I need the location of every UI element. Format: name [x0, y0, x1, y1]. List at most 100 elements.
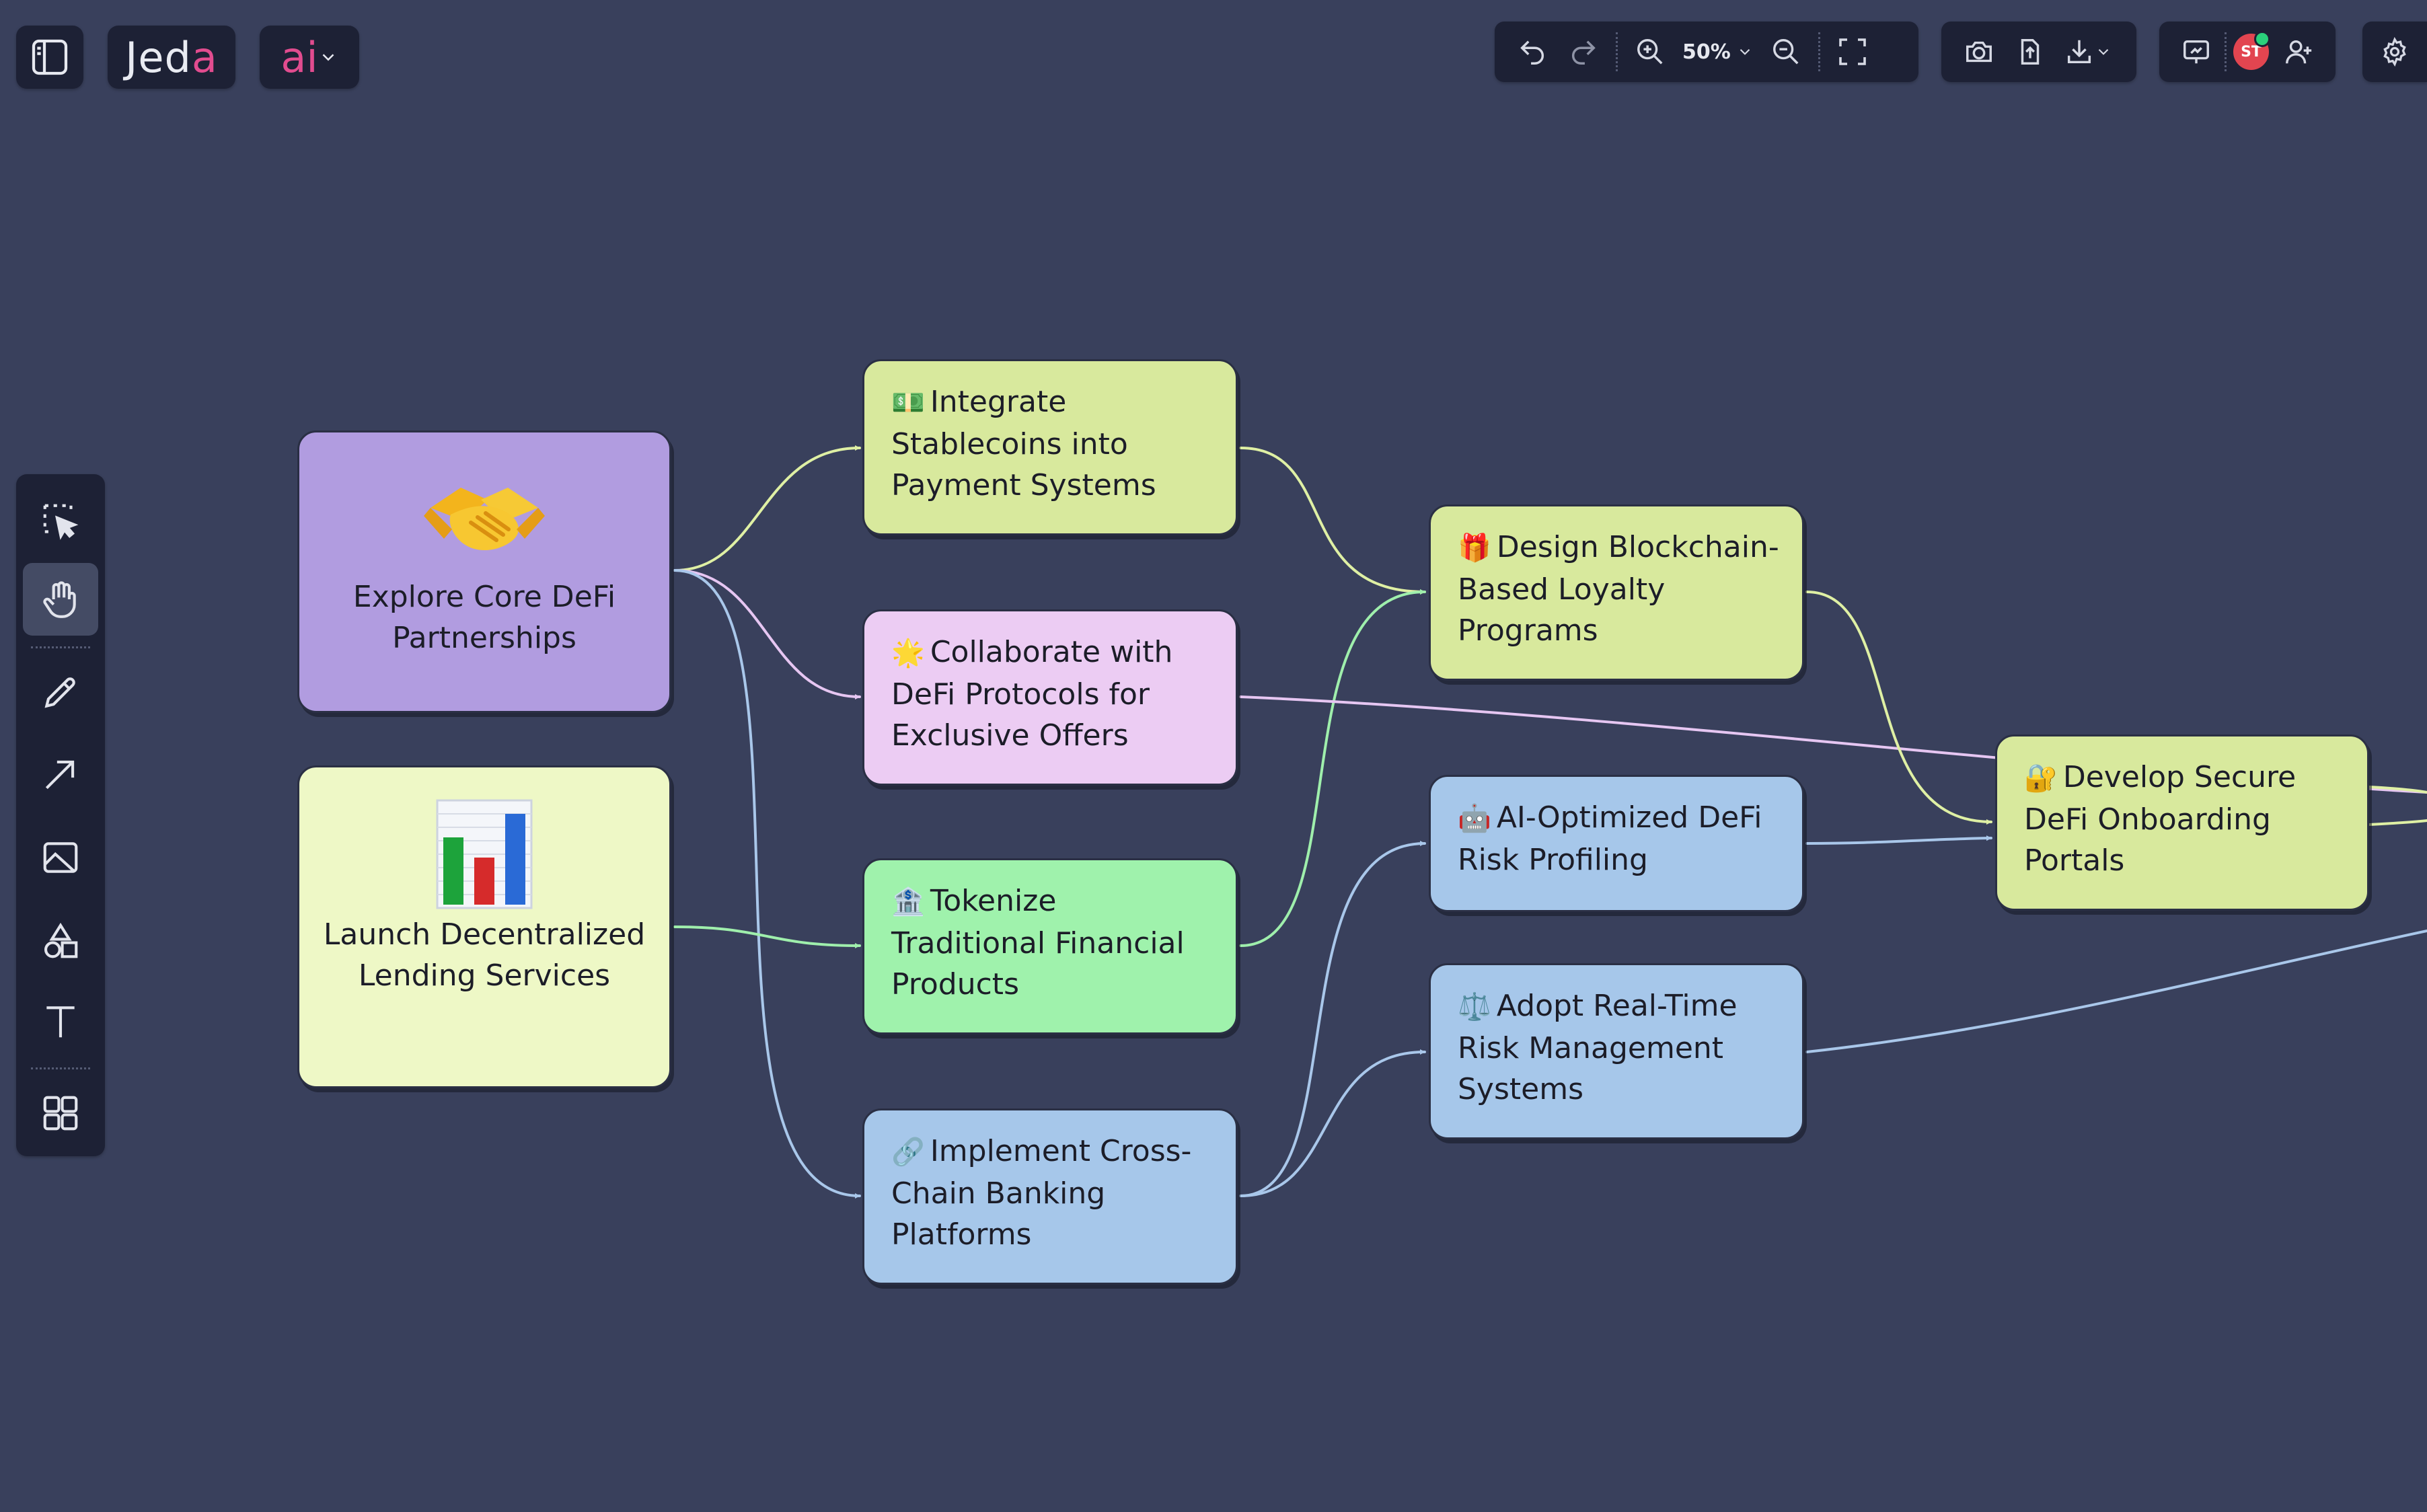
chevron-down-icon — [322, 54, 334, 61]
pencil-icon — [44, 677, 75, 708]
node-ai-risk-profiling[interactable]: 🤖 AI-Optimized DeFi Risk Profiling — [1429, 775, 1804, 912]
edge-crosschain-realtime — [1239, 1049, 1426, 1197]
edge-stablecoins-loyalty — [1239, 447, 1426, 595]
bank-icon: 🏦 — [891, 886, 925, 917]
drawing-tools-panel — [16, 474, 105, 1156]
tools-divider — [31, 646, 90, 648]
invite-user-button[interactable] — [2273, 26, 2323, 77]
edge-explore-collaborate — [673, 569, 861, 700]
mindmap-canvas[interactable]: Explore Core DeFi Partnerships Launch De… — [0, 0, 2427, 1512]
node-realtime-risk-management[interactable]: ⚖️ Adopt Real-Time Risk Management System… — [1429, 963, 1804, 1139]
toolbar-divider — [1616, 32, 1618, 71]
node-label: Explore Core DeFi Partnerships — [352, 580, 616, 655]
toolbar-divider — [2224, 32, 2227, 71]
fit-to-screen-button[interactable] — [1827, 26, 1878, 77]
camera-icon — [1966, 41, 1992, 63]
share-upload-button[interactable] — [2005, 26, 2056, 77]
text-icon — [46, 1006, 75, 1038]
sidebar-toggle-button[interactable] — [16, 26, 83, 89]
gear-icon — [2383, 37, 2406, 67]
robot-icon: 🤖 — [1458, 803, 1491, 834]
handshake-icon — [424, 474, 545, 568]
node-explore-core-defi[interactable]: Explore Core DeFi Partnerships — [297, 430, 671, 713]
settings-toolbar — [2362, 22, 2427, 82]
edge-explore-stablecoins — [673, 445, 861, 572]
node-tokenize-financial-products[interactable]: 🏦 Tokenize Traditional Financial Products — [862, 858, 1238, 1034]
scales-icon: ⚖️ — [1458, 991, 1491, 1022]
redo-button[interactable] — [1558, 26, 1609, 77]
history-zoom-toolbar: 50% — [1495, 22, 1918, 82]
star-icon: 🌟 — [891, 638, 925, 669]
edge-onboarding-offscreen-2 — [2368, 819, 2427, 826]
jeda-logo-button[interactable]: Jeda — [108, 26, 235, 89]
templates-tool-button[interactable] — [23, 1077, 98, 1149]
shapes-icon — [44, 922, 78, 958]
shapes-tool-button[interactable] — [23, 905, 98, 977]
node-label: Adopt Real-Time Risk Management Systems — [1458, 989, 1738, 1106]
settings-button[interactable] — [2369, 26, 2420, 77]
edge-airisk-onboarding — [1805, 835, 1992, 845]
zoom-out-button[interactable] — [1760, 26, 1812, 77]
redo-icon — [1572, 40, 1596, 65]
zoom-level-dropdown[interactable]: 50% — [1676, 40, 1760, 64]
node-label: Collaborate with DeFi Protocols for Excl… — [891, 635, 1173, 753]
node-label: Tokenize Traditional Financial Products — [891, 884, 1185, 1001]
zoom-in-icon — [1637, 39, 1663, 65]
banknote-icon: 💵 — [891, 387, 925, 418]
arrow-tool-button[interactable] — [23, 738, 98, 810]
edge-loyalty-onboarding — [1805, 591, 1992, 825]
undo-icon — [1520, 40, 1544, 65]
node-label: Integrate Stablecoins into Payment Syste… — [891, 385, 1156, 502]
jeda-logo: Jeda — [125, 32, 218, 82]
export-toolbar — [1941, 22, 2136, 82]
node-label: Design Blockchain-Based Loyalty Programs — [1458, 530, 1779, 648]
bar-chart-icon — [434, 797, 535, 911]
ai-label: ai — [281, 32, 318, 82]
presentation-icon — [2183, 40, 2210, 64]
ai-menu-button[interactable]: ai — [260, 26, 359, 89]
node-collaborate-defi-protocols[interactable]: 🌟 Collaborate with DeFi Protocols for Exc… — [862, 609, 1238, 786]
add-user-icon — [2285, 40, 2311, 64]
toolbar-divider — [1818, 32, 1820, 71]
image-tool-button[interactable] — [23, 821, 98, 894]
presentation-button[interactable] — [2171, 26, 2222, 77]
lock-key-icon: 🔐 — [2024, 763, 2058, 794]
marquee-select-icon — [43, 504, 79, 540]
undo-button[interactable] — [1507, 26, 1558, 77]
screenshot-button[interactable] — [1953, 26, 2005, 77]
pencil-tool-button[interactable] — [23, 656, 98, 728]
image-icon — [43, 842, 78, 873]
upload-file-icon — [2021, 39, 2040, 65]
edge-realtime-offscreen — [1805, 930, 2427, 1053]
link-icon: 🔗 — [891, 1137, 925, 1168]
grid-icon — [43, 1096, 78, 1131]
user-avatar[interactable]: ST — [2233, 31, 2271, 70]
edge-explore-crosschain — [673, 569, 861, 1199]
sidebar-panel-icon — [32, 39, 68, 75]
chevron-down-icon — [2098, 48, 2109, 55]
node-label: AI-Optimized DeFi Risk Profiling — [1458, 800, 1762, 877]
node-blockchain-loyalty[interactable]: 🎁 Design Blockchain-Based Loyalty Program… — [1429, 504, 1804, 681]
zoom-in-button[interactable] — [1625, 26, 1676, 77]
tools-divider — [31, 1067, 90, 1069]
select-tool-button[interactable] — [23, 485, 98, 558]
download-icon — [2067, 40, 2091, 64]
online-status-dot — [2254, 31, 2271, 47]
hand-icon — [43, 581, 76, 618]
node-cross-chain-banking[interactable]: 🔗 Implement Cross-Chain Banking Platforms — [862, 1108, 1238, 1285]
node-integrate-stablecoins[interactable]: 💵 Integrate Stablecoins into Payment Syst… — [862, 359, 1238, 535]
text-tool-button[interactable] — [23, 985, 98, 1058]
edge-crosschain-airisk — [1239, 841, 1426, 1197]
hand-pan-tool-button[interactable] — [23, 563, 98, 636]
node-label: Launch Decentralized Lending Services — [323, 917, 646, 993]
download-button[interactable] — [2056, 26, 2120, 77]
edge-lending-tokenize — [673, 925, 861, 948]
fullscreen-icon — [1839, 38, 1866, 65]
chevron-down-icon — [1740, 48, 1750, 55]
node-secure-onboarding[interactable]: 🔐 Develop Secure DeFi Onboarding Portals — [1995, 734, 2369, 911]
collaboration-toolbar: ST — [2159, 22, 2336, 82]
node-launch-lending[interactable]: Launch Decentralized Lending Services — [297, 765, 671, 1088]
arrow-icon — [45, 760, 75, 790]
zoom-level: 50% — [1682, 40, 1731, 64]
node-label: Develop Secure DeFi Onboarding Portals — [2024, 760, 2297, 878]
